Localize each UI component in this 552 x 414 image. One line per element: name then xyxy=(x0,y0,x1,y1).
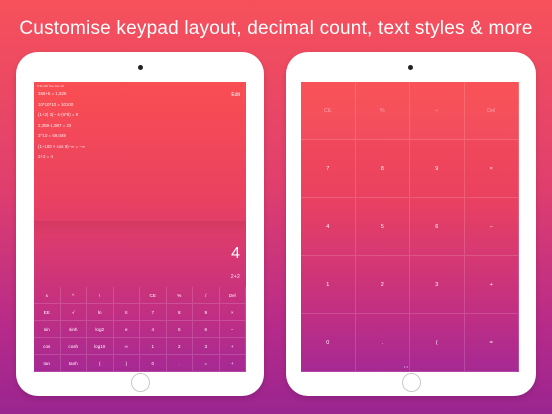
keypad-key[interactable]: 8 xyxy=(355,140,410,198)
camera-dot xyxy=(138,65,143,70)
keypad-key[interactable]: % xyxy=(166,287,193,304)
keypad-key[interactable]: % xyxy=(355,82,410,140)
ipad-right: CE% ÷ Del 7 8 9 × 4 5 6− 1 2 3 +0.(= • • xyxy=(286,52,536,396)
camera-dot xyxy=(408,65,413,70)
keypad-key[interactable]: ^ xyxy=(60,287,87,304)
keypad-key[interactable]: 6 xyxy=(410,198,465,256)
keypad-key[interactable]: EE xyxy=(34,304,61,321)
keypad-key[interactable]: 9 xyxy=(193,304,220,321)
keypad-key[interactable]: − xyxy=(219,321,246,338)
keypad-key[interactable]: sinh xyxy=(60,321,87,338)
display-value: 4 xyxy=(231,245,240,262)
keypad-key[interactable]: − xyxy=(464,198,519,256)
keypad-key[interactable]: ÷ xyxy=(410,82,465,140)
keypad-key[interactable]: = xyxy=(464,314,519,372)
keypad-key[interactable]: ) xyxy=(113,355,140,372)
keypad-key[interactable]: ( xyxy=(410,314,465,372)
keypad-key[interactable]: × xyxy=(464,140,519,198)
keypad-key[interactable]: 9 xyxy=(410,140,465,198)
keypad-key[interactable]: 5 xyxy=(355,198,410,256)
keypad-key[interactable] xyxy=(113,287,140,304)
keypad-key[interactable]: log10 xyxy=(87,338,114,355)
history-divider xyxy=(34,221,246,235)
keypad-key[interactable]: cosh xyxy=(60,338,87,355)
keypad-key[interactable]: ln xyxy=(87,304,114,321)
keypad-key[interactable]: 7 xyxy=(140,304,167,321)
keypad-basic: CE% ÷ Del 7 8 9 × 4 5 6− 1 2 3 +0.(= xyxy=(301,82,519,372)
keypad-key[interactable]: 2 xyxy=(355,256,410,314)
status-bar: 9:41 AM Tue Jan 10 xyxy=(37,84,64,88)
keypad-key[interactable]: 1 xyxy=(301,256,356,314)
keypad-key[interactable]: 8 xyxy=(166,304,193,321)
keypad-key[interactable]: + xyxy=(464,256,519,314)
keypad-key[interactable]: . xyxy=(355,314,410,372)
history-item[interactable]: 2+2 = 4 xyxy=(38,152,228,163)
keypad-key[interactable]: x xyxy=(34,287,61,304)
keypad-key[interactable]: tan xyxy=(34,355,61,372)
history-item[interactable]: 10*10*10 = 10100 xyxy=(38,100,228,111)
history-item[interactable]: 365+5 = 1,825 xyxy=(38,89,228,100)
keypad-key[interactable]: CE xyxy=(301,82,356,140)
keypad-key[interactable]: CE xyxy=(140,287,167,304)
keypad-key[interactable]: cos xyxy=(34,338,61,355)
history-item[interactable]: (1+2) 3(− 4-(6*8) = 0 xyxy=(38,110,228,121)
keypad-key[interactable]: e xyxy=(113,321,140,338)
calculator-screen-left: 9:41 AM Tue Jan 10 Edit 365+5 = 1,825 10… xyxy=(34,82,246,372)
calculator-screen-right: CE% ÷ Del 7 8 9 × 4 5 6− 1 2 3 +0.(= • • xyxy=(301,82,519,372)
keypad-key[interactable]: 3 xyxy=(410,256,465,314)
keypad-key[interactable]: 4 xyxy=(140,321,167,338)
edit-button[interactable]: Edit xyxy=(231,92,240,98)
keypad-scientific: x ^! CE% / Del EE √ ln π 7 8 9 × sin sinh log2 e 4 5 6− cos c… xyxy=(34,287,246,372)
keypad-key[interactable]: 6 xyxy=(193,321,220,338)
keypad-key[interactable]: . xyxy=(166,355,193,372)
keypad-key[interactable]: × xyxy=(219,304,246,321)
headline: Customise keypad layout, decimal count, … xyxy=(19,18,533,39)
keypad-key[interactable]: + xyxy=(219,355,246,372)
history-list: 365+5 = 1,825 10*10*10 = 10100 (1+2) 3(−… xyxy=(38,89,228,163)
keypad-key[interactable]: log2 xyxy=(87,321,114,338)
keypad-key[interactable]: ! xyxy=(87,287,114,304)
keypad-key[interactable]: π xyxy=(113,304,140,321)
keypad-key[interactable]: ∞ xyxy=(113,338,140,355)
keypad-key[interactable]: 5 xyxy=(166,321,193,338)
keypad-key[interactable]: Del xyxy=(464,82,519,140)
history-item[interactable]: (1÷100 × cos 8)−∞ = −∞ xyxy=(38,142,228,153)
keypad-key[interactable]: + xyxy=(219,338,246,355)
keypad-key[interactable]: 7 xyxy=(301,140,356,198)
keypad-key[interactable]: 0 xyxy=(301,314,356,372)
keypad-key[interactable]: 2 xyxy=(166,338,193,355)
keypad-key[interactable]: √ xyxy=(60,304,87,321)
keypad-key[interactable]: tanh xyxy=(60,355,87,372)
ipad-left: 9:41 AM Tue Jan 10 Edit 365+5 = 1,825 10… xyxy=(16,52,264,396)
history-item[interactable]: 3^10 = 59,049 xyxy=(38,131,228,142)
history-item[interactable]: 2,359-1,987 = 22 xyxy=(38,121,228,132)
keypad-key[interactable]: 4 xyxy=(301,198,356,256)
display-expression: 2+2 xyxy=(230,274,240,280)
keypad-key[interactable]: 3 xyxy=(193,338,220,355)
keypad-key[interactable]: = xyxy=(193,355,220,372)
page-indicator: • • xyxy=(404,364,408,369)
home-button[interactable] xyxy=(402,373,421,392)
keypad-key[interactable]: sin xyxy=(34,321,61,338)
keypad-key[interactable]: / xyxy=(193,287,220,304)
keypad-key[interactable]: Del xyxy=(219,287,246,304)
keypad-key[interactable]: 1 xyxy=(140,338,167,355)
home-button[interactable] xyxy=(131,373,150,392)
keypad-key[interactable]: 0 xyxy=(140,355,167,372)
keypad-key[interactable]: ( xyxy=(87,355,114,372)
